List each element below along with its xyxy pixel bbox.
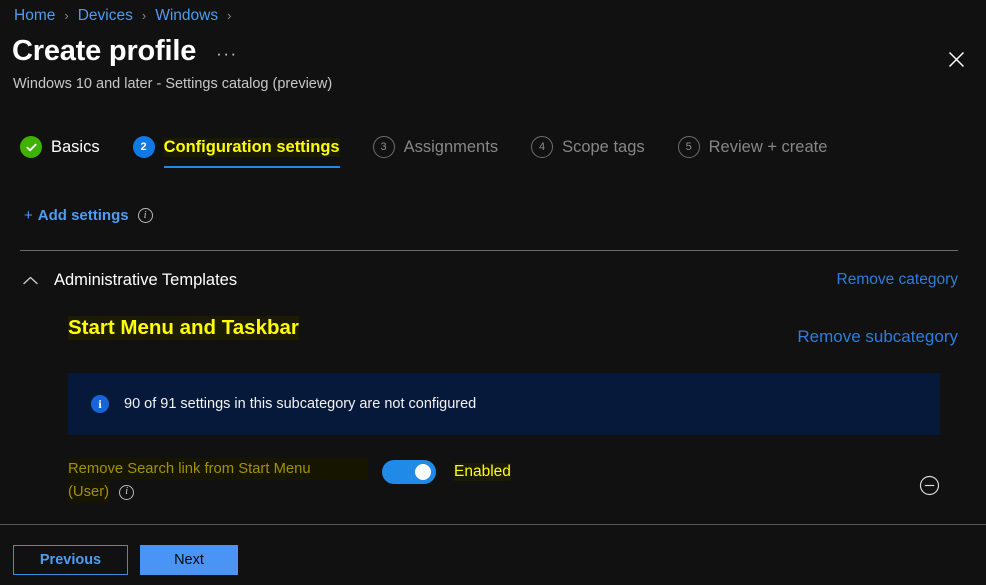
close-button[interactable] <box>940 43 972 75</box>
previous-button[interactable]: Previous <box>13 545 128 575</box>
tab-review-create-label: Review + create <box>708 137 828 156</box>
setting-state-label: Enabled <box>454 463 511 481</box>
step-number-badge: 3 <box>372 136 395 158</box>
footer-bar: Previous Next <box>13 545 238 575</box>
remove-category-link[interactable]: Remove category <box>837 271 958 289</box>
tab-assignments-label: Assignments <box>403 137 499 156</box>
breadcrumb-item-devices[interactable]: Devices <box>78 7 133 25</box>
remove-circle-icon <box>919 475 940 501</box>
breadcrumb-separator-icon: › <box>64 7 69 23</box>
breadcrumb-separator-icon: › <box>227 7 232 23</box>
section-divider <box>20 250 958 251</box>
info-icon[interactable]: i <box>119 484 135 500</box>
tab-configuration-settings[interactable]: 2 Configuration settings <box>132 136 340 170</box>
tab-basics[interactable]: Basics <box>20 136 100 170</box>
setting-scope-label: (User) <box>68 481 110 504</box>
active-tab-underline <box>163 166 340 168</box>
tab-basics-label: Basics <box>51 137 100 156</box>
step-number-badge: 5 <box>677 136 700 158</box>
chevron-up-icon[interactable] <box>20 276 40 285</box>
add-settings-label: Add settings <box>37 207 129 224</box>
next-button[interactable]: Next <box>140 545 238 575</box>
setting-row: Remove Search link from Start Menu (User… <box>68 458 940 504</box>
add-settings-button[interactable]: + Add settings i <box>24 207 153 224</box>
remove-setting-button[interactable] <box>918 475 940 501</box>
toggle-knob <box>415 464 431 480</box>
category-name: Administrative Templates <box>54 270 238 289</box>
step-number-badge: 4 <box>531 136 554 158</box>
more-actions-button[interactable]: ··· <box>216 44 237 64</box>
plus-icon: + <box>24 207 33 224</box>
page-subtitle: Windows 10 and later - Settings catalog … <box>13 76 333 92</box>
tab-scope-tags[interactable]: 4 Scope tags <box>531 136 645 170</box>
page-title-row: Create profile ··· <box>12 35 238 67</box>
info-icon[interactable]: i <box>137 208 153 223</box>
category-header: Administrative Templates Remove category <box>20 266 958 294</box>
close-icon <box>948 51 965 68</box>
tab-assignments[interactable]: 3 Assignments <box>372 136 499 170</box>
info-banner: i 90 of 91 settings in this subcategory … <box>68 373 940 435</box>
page-title: Create profile <box>12 35 197 67</box>
check-icon <box>20 136 42 158</box>
breadcrumb-item-windows[interactable]: Windows <box>155 7 218 25</box>
remove-subcategory-link[interactable]: Remove subcategory <box>797 327 958 347</box>
step-number-badge: 2 <box>132 136 155 158</box>
tab-scope-tags-label: Scope tags <box>562 137 645 156</box>
breadcrumb-item-home[interactable]: Home <box>14 7 55 25</box>
setting-label: Remove Search link from Start Menu <box>68 458 368 481</box>
setting-control-group: Enabled <box>382 458 511 484</box>
footer-divider <box>0 524 986 525</box>
setting-toggle[interactable] <box>382 460 436 484</box>
subcategory-name: Start Menu and Taskbar <box>68 316 299 340</box>
breadcrumb-separator-icon: › <box>141 7 147 23</box>
tab-review-create[interactable]: 5 Review + create <box>677 136 828 170</box>
breadcrumb: Home › Devices › Windows › <box>14 4 240 28</box>
setting-label-group: Remove Search link from Start Menu (User… <box>68 458 368 504</box>
wizard-steps: Basics 2 Configuration settings 3 Assign… <box>20 136 860 182</box>
tab-configuration-settings-label: Configuration settings <box>163 137 340 157</box>
subcategory-header: Start Menu and Taskbar Remove subcategor… <box>68 312 958 347</box>
info-circle-icon: i <box>91 395 109 413</box>
info-banner-text: 90 of 91 settings in this subcategory ar… <box>124 396 477 412</box>
setting-label-secondary-row: (User) i <box>68 481 368 504</box>
